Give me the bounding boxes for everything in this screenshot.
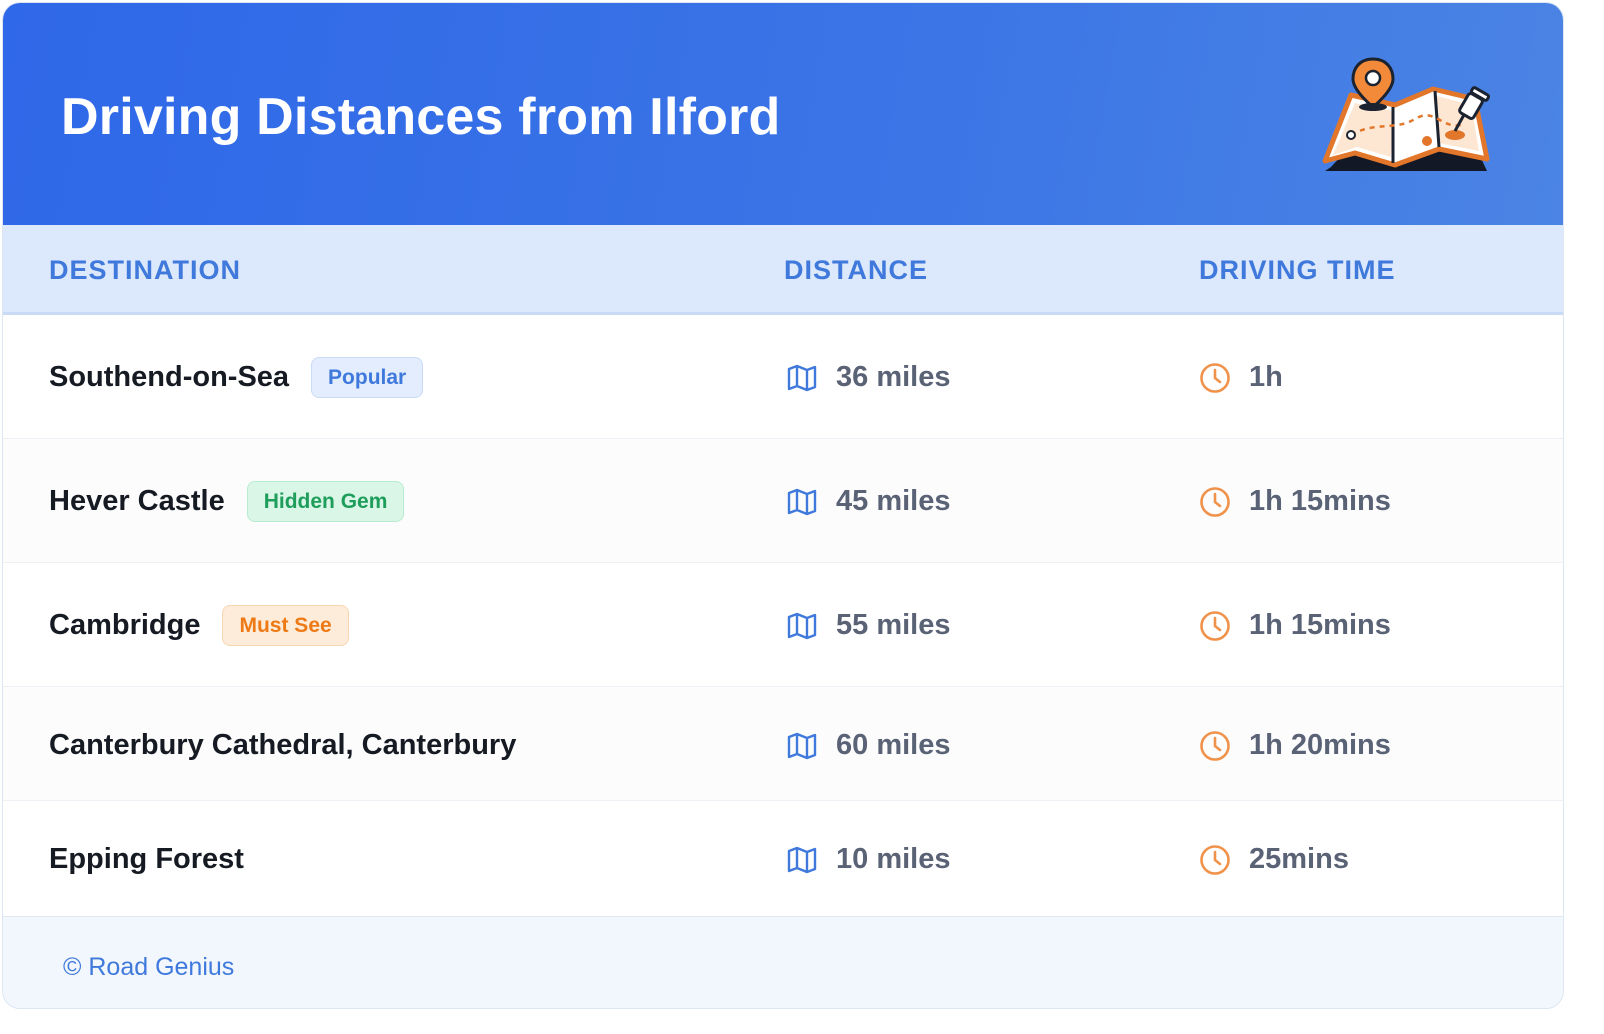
driving-time-value: 25mins	[1249, 843, 1349, 875]
clock-icon	[1200, 844, 1230, 875]
driving-time-cell: 1h 15mins	[1199, 609, 1391, 642]
column-header-destination: DESTINATION	[49, 255, 241, 285]
destination-name: Southend-on-Sea	[49, 361, 290, 393]
map-icon	[787, 612, 817, 639]
popular-badge: Popular	[311, 357, 424, 398]
table-row: Epping Forest 10 miles 25mins	[3, 801, 1563, 916]
distance-cell: 55 miles	[786, 609, 950, 642]
destination-cell: Cambridge Must See	[49, 605, 349, 646]
distance-value: 45 miles	[836, 485, 951, 517]
map-with-pins-icon	[1322, 57, 1491, 171]
destination-cell: Canterbury Cathedral, Canterbury	[49, 729, 516, 762]
destination-name: Canterbury Cathedral, Canterbury	[49, 729, 517, 761]
distance-value: 10 miles	[836, 843, 951, 875]
destination-cell: Southend-on-Sea Popular	[49, 357, 424, 398]
destination-name: Epping Forest	[49, 843, 244, 875]
column-header-distance: DISTANCE	[784, 255, 929, 285]
table-row: Cambridge Must See 55 miles 1h 15mins	[3, 563, 1563, 687]
table-row: Hever Castle Hidden Gem 45 miles 1h 15mi…	[3, 439, 1563, 563]
destination-name: Hever Castle	[49, 485, 225, 517]
distance-cell: 45 miles	[786, 485, 950, 518]
distance-cell: 60 miles	[786, 729, 950, 762]
clock-icon	[1200, 730, 1230, 761]
distance-cell: 10 miles	[786, 843, 950, 876]
distance-value: 55 miles	[836, 609, 951, 641]
must-see-badge: Must See	[222, 605, 349, 646]
page-title: Driving Distances from Ilford	[61, 88, 781, 146]
driving-time-value: 1h 20mins	[1249, 729, 1391, 761]
driving-time-cell: 1h	[1199, 361, 1283, 394]
map-icon	[787, 488, 817, 515]
clock-icon	[1200, 362, 1230, 393]
table-row: Canterbury Cathedral, Canterbury 60 mile…	[3, 687, 1563, 801]
clock-icon	[1200, 610, 1230, 641]
destination-cell: Hever Castle Hidden Gem	[49, 481, 405, 522]
map-icon	[787, 364, 817, 391]
column-header-driving-time: DRIVING TIME	[1199, 255, 1396, 285]
hidden-gem-badge: Hidden Gem	[246, 481, 405, 522]
table-row: Southend-on-Sea Popular 36 miles 1h	[3, 315, 1563, 439]
clock-icon	[1200, 486, 1230, 517]
map-icon	[787, 732, 817, 759]
footer: © Road Genius	[3, 916, 1563, 1008]
driving-time-cell: 1h 20mins	[1199, 729, 1391, 762]
distance-value: 60 miles	[836, 729, 951, 761]
destination-name: Cambridge	[49, 609, 201, 641]
map-icon	[787, 846, 817, 873]
destination-cell: Epping Forest	[49, 843, 244, 876]
table-header: DESTINATION DISTANCE DRIVING TIME	[3, 225, 1563, 315]
distance-cell: 36 miles	[786, 361, 950, 394]
driving-time-cell: 25mins	[1199, 843, 1349, 876]
header-banner: Driving Distances from Ilford	[3, 3, 1563, 225]
distance-value: 36 miles	[836, 361, 951, 393]
driving-time-cell: 1h 15mins	[1199, 485, 1391, 518]
driving-time-value: 1h 15mins	[1249, 485, 1391, 517]
distances-card: Driving Distances from Ilford DESTINATIO…	[2, 2, 1564, 1009]
driving-time-value: 1h	[1249, 361, 1283, 393]
driving-time-value: 1h 15mins	[1249, 609, 1391, 641]
copyright-credit: © Road Genius	[63, 953, 235, 981]
